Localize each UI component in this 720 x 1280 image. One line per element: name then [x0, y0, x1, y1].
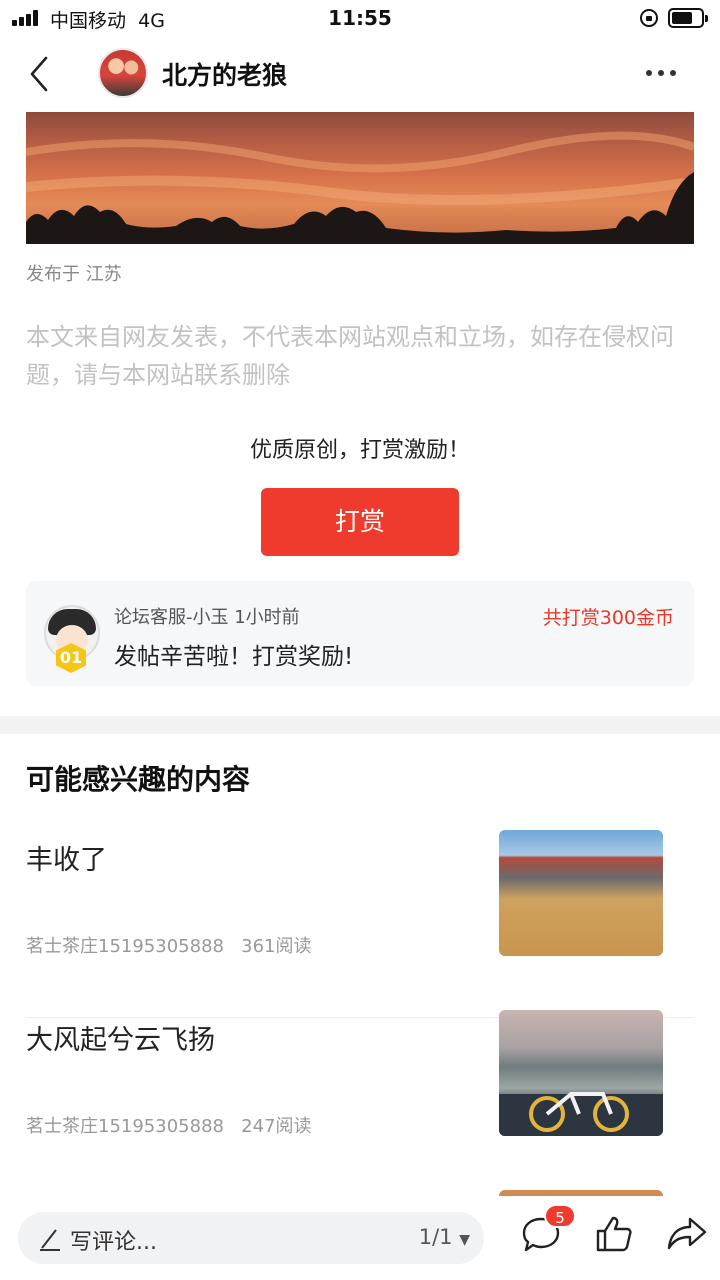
- more-icon[interactable]: [646, 70, 676, 76]
- section-divider: [0, 716, 720, 734]
- status-bar: 中国移动 4G 11:55: [0, 0, 720, 36]
- author-name[interactable]: 北方的老狼: [162, 56, 287, 92]
- post-photo[interactable]: [26, 112, 694, 244]
- reward-giver-name: 论坛客服-小玉: [114, 607, 229, 628]
- list-item-reads: 361阅读: [241, 936, 312, 957]
- recommend-title: 可能感兴趣的内容: [26, 763, 251, 796]
- list-item-title: 丰收了: [26, 845, 107, 876]
- rotation-lock-icon: [640, 9, 658, 27]
- list-item-title: 大风起兮云飞扬: [26, 1025, 215, 1056]
- reward-total: 共打赏300金币: [542, 607, 674, 629]
- list-item-reads: 247阅读: [241, 1116, 312, 1137]
- page-indicator-value: 1/1: [418, 1225, 453, 1249]
- share-icon[interactable]: [666, 1216, 708, 1252]
- comment-placeholder: 写评论...: [70, 1230, 157, 1255]
- nav-bar: 北方的老狼: [0, 36, 720, 112]
- list-item-meta: 茗士茶庄15195305888 361阅读: [26, 932, 312, 958]
- status-time: 11:55: [328, 6, 392, 30]
- author-avatar[interactable]: [98, 48, 148, 98]
- reward-time: 1小时前: [234, 607, 300, 628]
- list-item-thumbnail: [499, 830, 663, 956]
- list-item[interactable]: 大风起兮云飞扬 茗士茶庄15195305888 247阅读: [26, 1010, 694, 1198]
- page-indicator[interactable]: 1/1 ▼: [419, 1225, 470, 1249]
- reward-record-card[interactable]: 01 论坛客服-小玉 1小时前 共打赏300金币 发帖辛苦啦！打赏奖励!: [26, 581, 694, 686]
- list-item-thumbnail: [499, 1010, 663, 1136]
- comment-count-badge: 5: [544, 1204, 576, 1228]
- reward-message: 发帖辛苦啦！打赏奖励!: [114, 644, 354, 670]
- post-location: 发布于 江苏: [26, 264, 122, 285]
- list-item-source: 茗士茶庄15195305888: [26, 1116, 224, 1137]
- bottom-bar: 写评论... 1/1 ▼ 5: [0, 1196, 720, 1280]
- list-item-source: 茗士茶庄15195305888: [26, 936, 224, 957]
- pen-icon: [38, 1226, 62, 1252]
- reward-button[interactable]: 打赏: [261, 488, 459, 556]
- list-item-meta: 茗士茶庄15195305888 247阅读: [26, 1112, 312, 1138]
- like-icon[interactable]: [594, 1214, 634, 1254]
- reward-prompt: 优质原创，打赏激励！: [249, 438, 470, 463]
- dropdown-icon: ▼: [459, 1232, 470, 1248]
- disclaimer-text: 本文来自网友发表，不代表本网站观点和立场，如存在侵权问题，请与本网站联系删除: [26, 323, 674, 389]
- list-item[interactable]: 丰收了 茗士茶庄15195305888 361阅读: [26, 830, 694, 1018]
- reward-giver: 论坛客服-小玉 1小时前: [114, 603, 300, 629]
- back-icon[interactable]: [26, 54, 56, 94]
- battery-icon: [668, 8, 708, 28]
- comment-input[interactable]: 写评论... 1/1 ▼: [18, 1212, 484, 1264]
